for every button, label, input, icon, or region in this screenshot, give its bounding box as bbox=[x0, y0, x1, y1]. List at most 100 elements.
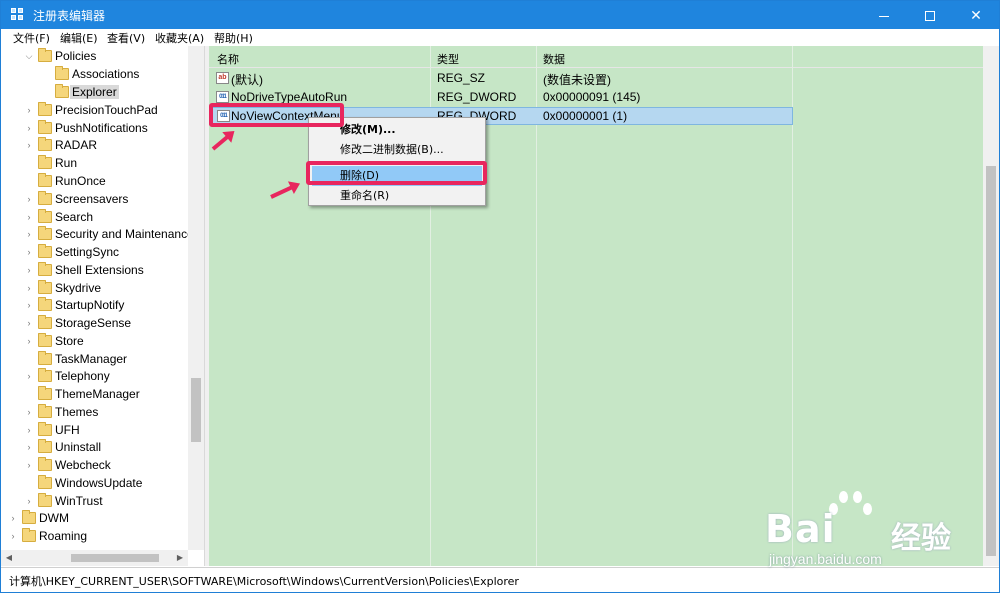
chevron-right-icon[interactable]: › bbox=[23, 335, 35, 347]
value-name: (默认) bbox=[231, 73, 263, 87]
tree-item-label: StorageSense bbox=[55, 316, 132, 330]
folder-icon bbox=[38, 280, 52, 294]
folder-icon bbox=[38, 226, 52, 240]
registry-editor-icon bbox=[11, 8, 25, 22]
tree-item-label: Run bbox=[55, 156, 78, 170]
tree-item-label: Roaming bbox=[39, 529, 88, 543]
column-header-name[interactable]: 名称 bbox=[217, 51, 239, 67]
maximize-button[interactable] bbox=[907, 1, 953, 29]
tree-item-label: UFH bbox=[55, 423, 80, 437]
folder-icon bbox=[38, 422, 52, 436]
tree-item-label: Screensavers bbox=[55, 192, 129, 206]
dword-value-icon: 011 bbox=[216, 91, 229, 103]
chevron-right-icon[interactable]: › bbox=[23, 406, 35, 418]
folder-icon bbox=[38, 439, 52, 453]
chevron-right-icon[interactable]: › bbox=[23, 246, 35, 258]
value-name: NoDriveTypeAutoRun bbox=[231, 90, 348, 104]
folder-icon bbox=[38, 155, 52, 169]
annotation-highlight-delete bbox=[306, 161, 487, 185]
chevron-down-icon[interactable]: ⌵ bbox=[23, 50, 35, 62]
tree-horizontal-scrollbar[interactable]: ◀ ▶ bbox=[1, 550, 188, 566]
chevron-right-icon[interactable]: › bbox=[23, 317, 35, 329]
chevron-right-icon[interactable]: › bbox=[23, 228, 35, 240]
chevron-right-icon[interactable]: › bbox=[23, 211, 35, 223]
tree-vertical-scrollbar[interactable] bbox=[188, 46, 204, 550]
folder-icon bbox=[55, 84, 69, 98]
chevron-right-icon[interactable]: › bbox=[23, 282, 35, 294]
menu-file[interactable]: 文件(F) bbox=[13, 30, 50, 46]
list-vertical-scrollbar[interactable] bbox=[983, 46, 999, 566]
folder-icon bbox=[55, 66, 69, 80]
folder-icon bbox=[38, 120, 52, 134]
value-row-default[interactable]: ab (默认) REG_SZ (数值未设置) bbox=[209, 69, 793, 87]
menu-favorites[interactable]: 收藏夹(A) bbox=[155, 30, 204, 46]
menu-view[interactable]: 查看(V) bbox=[107, 30, 145, 46]
watermark-brand: Bai bbox=[765, 507, 836, 551]
tree-item-label: RADAR bbox=[55, 138, 98, 152]
folder-icon bbox=[38, 137, 52, 151]
folder-icon bbox=[38, 404, 52, 418]
tree-item-label: Skydrive bbox=[55, 281, 102, 295]
chevron-right-icon[interactable]: › bbox=[7, 530, 19, 542]
chevron-right-icon[interactable]: › bbox=[23, 264, 35, 276]
tree-item-label: PrecisionTouchPad bbox=[55, 103, 158, 117]
tree-item-label: DWM bbox=[39, 511, 69, 525]
tree-item-label: SettingSync bbox=[55, 245, 120, 259]
column-header-data[interactable]: 数据 bbox=[543, 51, 565, 67]
scroll-right-icon[interactable]: ▶ bbox=[172, 550, 188, 566]
close-button[interactable]: ✕ bbox=[953, 1, 999, 29]
folder-icon bbox=[38, 333, 52, 347]
tree-item-label: Telephony bbox=[55, 369, 110, 383]
folder-icon bbox=[38, 315, 52, 329]
minimize-button[interactable] bbox=[861, 1, 907, 29]
chevron-right-icon[interactable]: › bbox=[23, 370, 35, 382]
chevron-right-icon[interactable]: › bbox=[23, 495, 35, 507]
tree-item-label: Store bbox=[55, 334, 84, 348]
folder-icon bbox=[38, 493, 52, 507]
folder-icon bbox=[38, 475, 52, 489]
chevron-right-icon[interactable]: › bbox=[23, 193, 35, 205]
tree-item-label: Security and Maintenance bbox=[55, 227, 194, 241]
menu-edit[interactable]: 编辑(E) bbox=[60, 30, 98, 46]
chevron-right-icon[interactable]: › bbox=[23, 122, 35, 134]
scrollbar-thumb[interactable] bbox=[71, 554, 159, 562]
tree-item-label: Uninstall bbox=[55, 440, 102, 454]
column-header-type[interactable]: 类型 bbox=[437, 51, 459, 67]
folder-icon bbox=[38, 386, 52, 400]
folder-icon bbox=[38, 48, 52, 62]
context-menu-rename[interactable]: 重命名(R) bbox=[312, 186, 482, 206]
tree-item-label: Associations bbox=[72, 67, 140, 81]
chevron-right-icon[interactable]: › bbox=[23, 299, 35, 311]
chevron-right-icon[interactable]: › bbox=[23, 104, 35, 116]
title-bar[interactable]: 注册表编辑器 ✕ bbox=[1, 1, 999, 29]
chevron-right-icon[interactable]: › bbox=[23, 139, 35, 151]
scrollbar-thumb[interactable] bbox=[191, 378, 201, 442]
value-type: REG_DWORD bbox=[437, 90, 517, 104]
folder-icon bbox=[38, 262, 52, 276]
folder-icon bbox=[38, 102, 52, 116]
tree-item-label: TaskManager bbox=[55, 352, 128, 366]
folder-icon bbox=[22, 510, 36, 524]
annotation-highlight-value bbox=[209, 103, 344, 127]
menu-help[interactable]: 帮助(H) bbox=[214, 30, 253, 46]
folder-icon bbox=[38, 209, 52, 223]
status-bar: 计算机\HKEY_CURRENT_USER\SOFTWARE\Microsoft… bbox=[1, 567, 999, 592]
chevron-right-icon[interactable]: › bbox=[23, 441, 35, 453]
folder-icon bbox=[22, 528, 36, 542]
chevron-right-icon[interactable]: › bbox=[7, 512, 19, 524]
watermark-url: jingyan.baidu.com bbox=[769, 551, 882, 567]
chevron-right-icon[interactable]: › bbox=[23, 424, 35, 436]
tree-item-label: WinTrust bbox=[55, 494, 103, 508]
tree-item-label: Explorer bbox=[70, 85, 119, 99]
close-icon: ✕ bbox=[970, 7, 982, 23]
tree-item-label: Shell Extensions bbox=[55, 263, 144, 277]
tree-item-label: Themes bbox=[55, 405, 99, 419]
tree-item-label: ThemeManager bbox=[55, 387, 140, 401]
menu-bar: 文件(F) 编辑(E) 查看(V) 收藏夹(A) 帮助(H) bbox=[1, 29, 999, 46]
value-type: REG_SZ bbox=[437, 71, 486, 85]
registry-editor-window: 注册表编辑器 ✕ 文件(F) 编辑(E) 查看(V) 收藏夹(A) 帮助(H) … bbox=[0, 0, 1000, 593]
scroll-left-icon[interactable]: ◀ bbox=[1, 550, 17, 566]
tree-item-label: RunOnce bbox=[55, 174, 106, 188]
context-menu-modify-binary[interactable]: 修改二进制数据(B)... bbox=[312, 140, 482, 160]
chevron-right-icon[interactable]: › bbox=[23, 459, 35, 471]
